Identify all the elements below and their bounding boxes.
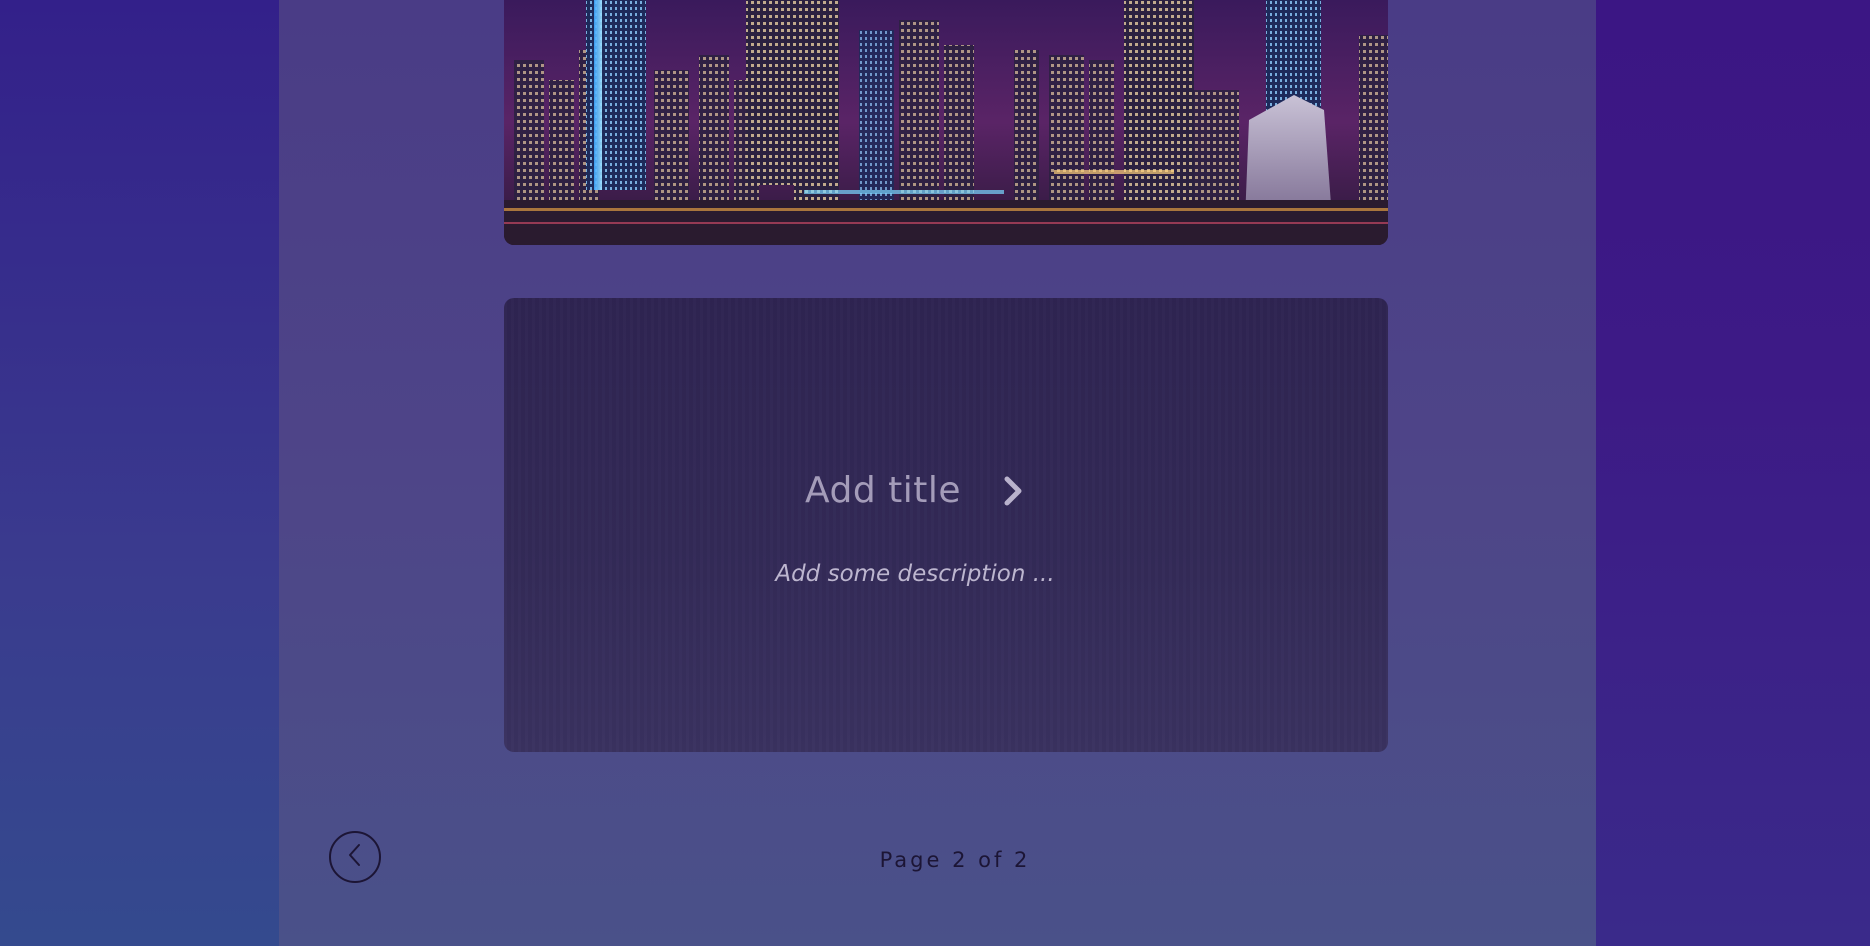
card-title[interactable]: Add title: [805, 470, 961, 511]
card-description[interactable]: Add some description ...: [0, 561, 1850, 587]
page-indicator: Page 2 of 2: [879, 848, 1031, 872]
chevron-right-icon[interactable]: [1001, 474, 1025, 508]
city-skyline-image: [504, 0, 1388, 245]
content-card: [504, 298, 1388, 752]
card-title-row[interactable]: Add title: [0, 470, 1850, 511]
